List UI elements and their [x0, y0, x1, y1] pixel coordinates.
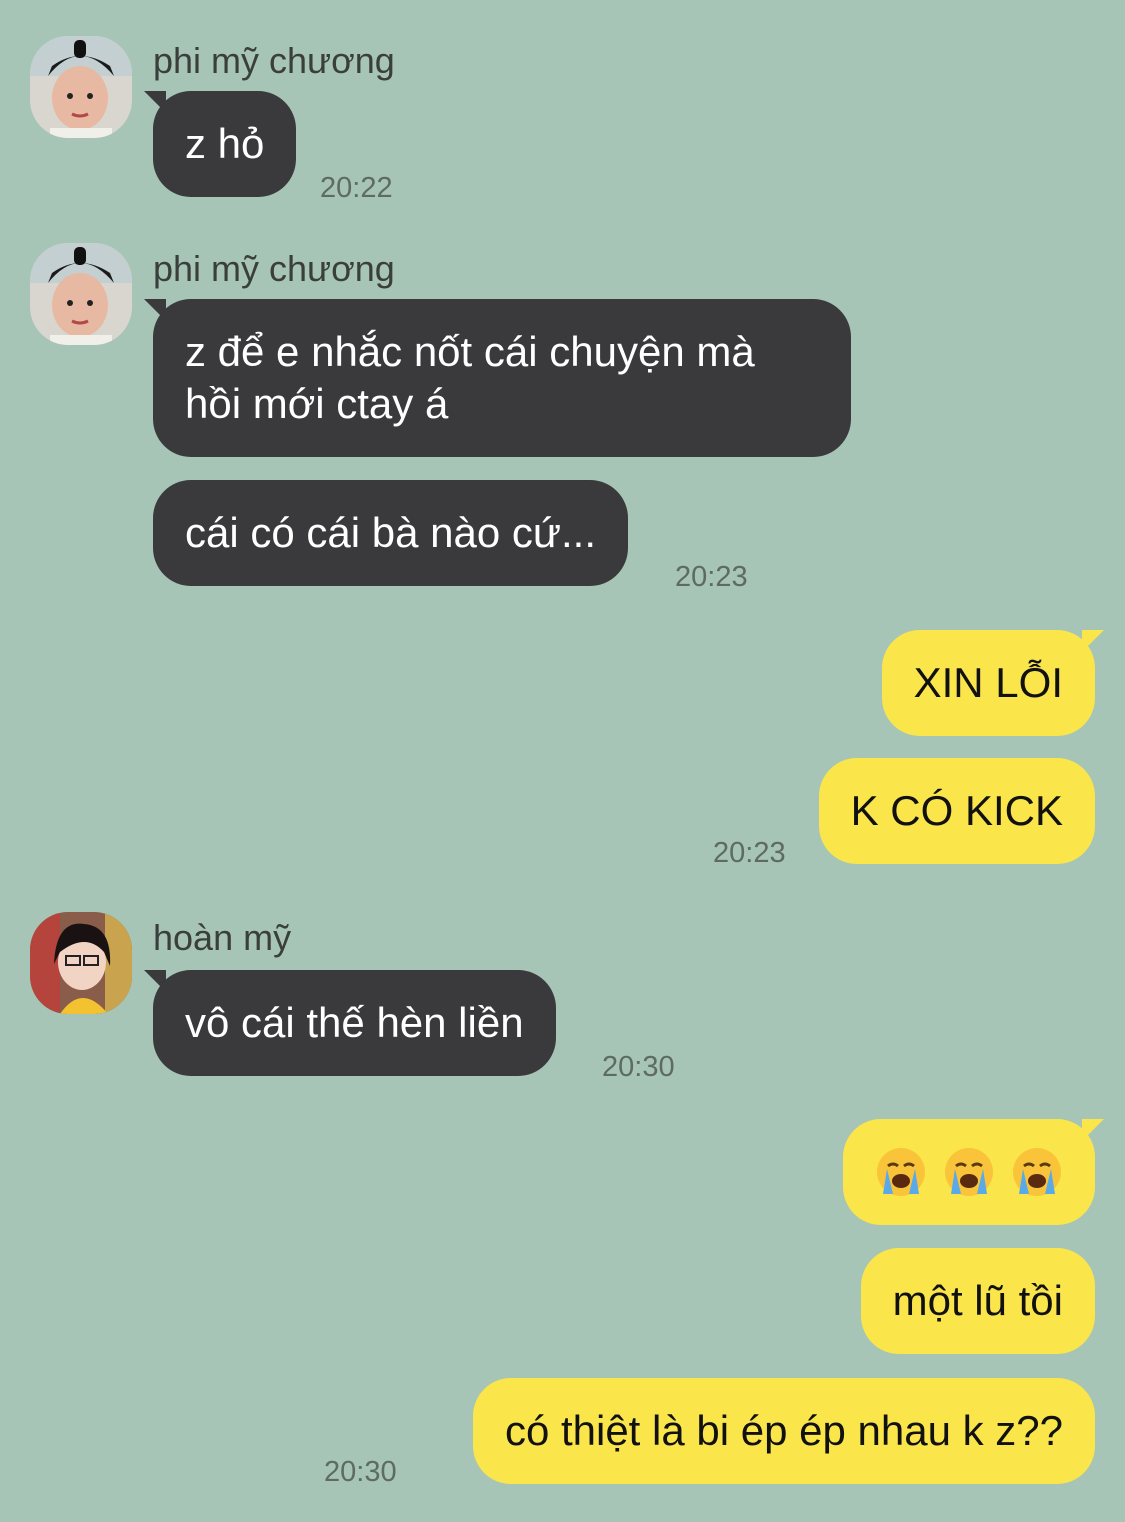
message-time: 20:22: [320, 172, 393, 204]
message-time: 20:30: [324, 1456, 397, 1488]
avatar-phi-my-chuong[interactable]: [30, 36, 132, 138]
message-time: 20:23: [675, 561, 748, 593]
avatar-phi-my-chuong[interactable]: [30, 243, 132, 345]
message-bubble[interactable]: vô cái thế hèn liền: [144, 970, 556, 1076]
message-time: 20:23: [713, 837, 786, 869]
sender-name: hoàn mỹ: [153, 917, 292, 958]
loudly-crying-face-icon: [1013, 1148, 1061, 1196]
message-time: 20:30: [602, 1051, 675, 1083]
message-bubble[interactable]: z hỏ: [143, 91, 297, 197]
loudly-crying-face-icon: [877, 1148, 925, 1196]
sender-name: phi mỹ chương: [153, 248, 395, 289]
message-bubble[interactable]: K CÓ KICK: [818, 758, 1095, 864]
message-bubble[interactable]: XIN LỖI: [881, 630, 1105, 736]
message-bubble[interactable]: cái có cái bà nào cứ...: [153, 480, 628, 586]
message-bubble[interactable]: có thiệt là bi ép ép nhau k z??: [472, 1378, 1095, 1484]
loudly-crying-face-icon: [945, 1148, 993, 1196]
message-bubble[interactable]: một lũ tồi: [860, 1248, 1095, 1354]
message-bubble[interactable]: z để e nhắc nốt cái chuyện mà hồi mới ct…: [144, 299, 851, 457]
avatar-hoan-my[interactable]: [30, 912, 132, 1014]
sender-name: phi mỹ chương: [153, 40, 395, 81]
message-bubble-emoji[interactable]: [843, 1119, 1104, 1225]
